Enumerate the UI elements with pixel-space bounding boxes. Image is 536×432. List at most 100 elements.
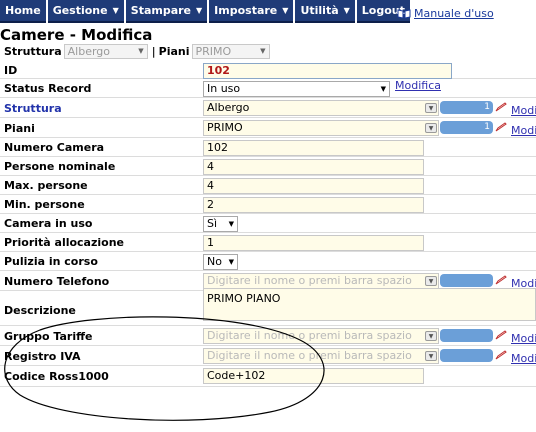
gruppo-tariffe-badge: [440, 329, 493, 342]
chevron-down-icon: ▼: [282, 6, 289, 15]
nav-gestione[interactable]: Gestione ▼: [47, 0, 124, 23]
nav-impostare-label: Impostare: [214, 4, 278, 17]
chevron-down-icon: ▼: [228, 220, 234, 228]
filter-piani-select[interactable]: PRIMO ▼: [191, 43, 270, 59]
descrizione-textarea[interactable]: PRIMO PIANO: [203, 288, 536, 321]
pencil-icon[interactable]: [495, 275, 507, 285]
manual-link[interactable]: Manuale d'uso: [397, 7, 494, 20]
row-max-persone: Max. persone 4: [0, 177, 536, 195]
priorita-allocazione-field[interactable]: 1: [203, 235, 424, 251]
row-persone-nominale: Persone nominale 4: [0, 158, 536, 176]
pencil-icon[interactable]: [495, 102, 507, 112]
row-struttura: Struttura Albergo ▼ 1 Modi: [0, 99, 536, 118]
chevron-down-icon: ▼: [343, 6, 350, 15]
persone-nominale-label: Persone nominale: [4, 160, 116, 173]
pencil-icon[interactable]: [495, 330, 507, 340]
pulizia-in-corso-label: Pulizia in corso: [4, 255, 98, 268]
nav-gestione-label: Gestione: [52, 4, 108, 17]
filter-struttura-value: Albergo: [67, 44, 111, 58]
nav-impostare[interactable]: Impostare ▼: [209, 0, 294, 23]
top-nav: Home Gestione ▼ Stampare ▼ Impostare ▼ Util…: [0, 0, 412, 25]
struttura-count-badge: 1: [440, 101, 493, 114]
row-id: ID 102: [0, 62, 536, 79]
chevron-down-icon: ▼: [380, 85, 386, 93]
id-field[interactable]: 102: [203, 63, 452, 79]
chevron-down-icon: ▼: [138, 47, 144, 55]
row-pulizia-in-corso: Pulizia in corso No ▼: [0, 253, 536, 271]
status-record-select[interactable]: In uso ▼: [203, 81, 390, 97]
filter-piani-label: Piani: [158, 44, 190, 58]
manual-link-label: Manuale d'uso: [414, 7, 494, 20]
chevron-down-icon: ▼: [196, 6, 203, 15]
min-persone-label: Min. persone: [4, 198, 85, 211]
book-icon: [397, 8, 411, 19]
row-registro-iva: Registro IVA Digitare il nome o premi ba…: [0, 347, 536, 366]
numero-camera-field[interactable]: 102: [203, 140, 424, 156]
nav-utilita[interactable]: Utilità ▼: [295, 0, 355, 23]
nav-home-label: Home: [5, 4, 41, 17]
gruppo-tariffe-modify-link[interactable]: Modi: [511, 332, 536, 345]
codice-ross1000-field[interactable]: Code+102: [203, 368, 424, 384]
camera-in-uso-label: Camera in uso: [4, 217, 93, 230]
dropdown-toggle-icon[interactable]: ▼: [425, 276, 437, 286]
pulizia-in-corso-value: No: [207, 255, 222, 268]
row-min-persone: Min. persone 2: [0, 196, 536, 214]
piani-modify-link[interactable]: Modi: [511, 124, 536, 137]
descrizione-label: Descrizione: [4, 304, 76, 317]
chevron-down-icon: ▼: [228, 258, 234, 266]
registro-iva-label: Registro IVA: [4, 350, 81, 363]
filter-struttura-label: Struttura: [4, 44, 62, 58]
numero-telefono-label: Numero Telefono: [4, 275, 110, 288]
row-numero-camera: Numero Camera 102: [0, 139, 536, 157]
piani-count-badge: 1: [440, 121, 493, 134]
codice-ross1000-label: Codice Ross1000: [4, 370, 109, 383]
registro-iva-modify-link[interactable]: Modi: [511, 352, 536, 365]
numero-telefono-badge: [440, 274, 493, 287]
row-piani: Piani PRIMO ▼ 1 Modi: [0, 119, 536, 138]
min-persone-field[interactable]: 2: [203, 197, 424, 213]
nav-utilita-label: Utilità: [300, 4, 339, 17]
dropdown-toggle-icon[interactable]: ▼: [425, 103, 437, 113]
gruppo-tariffe-field[interactable]: Digitare il nome o premi barra spazio: [203, 328, 439, 344]
pencil-icon[interactable]: [495, 122, 507, 132]
dropdown-toggle-icon[interactable]: ▼: [425, 123, 437, 133]
priorita-allocazione-label: Priorità allocazione: [4, 236, 125, 249]
camera-in-uso-value: Sì: [207, 217, 218, 230]
status-record-label: Status Record: [4, 82, 92, 95]
row-priorita-allocazione: Priorità allocazione 1: [0, 234, 536, 252]
persone-nominale-field[interactable]: 4: [203, 159, 424, 175]
registro-iva-field[interactable]: Digitare il nome o premi barra spazio: [203, 348, 439, 364]
row-gruppo-tariffe: Gruppo Tariffe Digitare il nome o premi …: [0, 327, 536, 346]
filter-piani-value: PRIMO: [195, 44, 232, 58]
struttura-modify-link[interactable]: Modi: [511, 104, 536, 117]
gruppo-tariffe-label: Gruppo Tariffe: [4, 330, 93, 343]
piani-field[interactable]: PRIMO: [203, 120, 439, 136]
nav-home[interactable]: Home: [0, 0, 46, 23]
registro-iva-badge: [440, 349, 493, 362]
piani-label: Piani: [4, 122, 35, 135]
chevron-down-icon: ▼: [260, 47, 266, 55]
camera-in-uso-select[interactable]: Sì ▼: [203, 216, 238, 232]
struttura-field[interactable]: Albergo: [203, 100, 439, 116]
max-persone-field[interactable]: 4: [203, 178, 424, 194]
nav-stampare[interactable]: Stampare ▼: [125, 0, 208, 23]
numero-camera-label: Numero Camera: [4, 141, 105, 154]
dropdown-toggle-icon[interactable]: ▼: [425, 351, 437, 361]
row-camera-in-uso: Camera in uso Sì ▼: [0, 215, 536, 233]
status-record-modify-link[interactable]: Modifica: [395, 79, 441, 92]
dropdown-toggle-icon[interactable]: ▼: [425, 331, 437, 341]
nav-stampare-label: Stampare: [130, 4, 192, 17]
row-status-record: Status Record In uso ▼ Modifica: [0, 79, 536, 98]
pencil-icon[interactable]: [495, 350, 507, 360]
chevron-down-icon: ▼: [112, 6, 119, 15]
row-codice-ross1000: Codice Ross1000 Code+102: [0, 367, 536, 387]
filter-bar: Struttura Albergo ▼ | Piani PRIMO ▼: [0, 42, 270, 60]
id-label: ID: [4, 64, 18, 77]
pulizia-in-corso-select[interactable]: No ▼: [203, 254, 238, 270]
numero-telefono-field[interactable]: Digitare il nome o premi barra spazio: [203, 273, 439, 289]
filter-struttura-select[interactable]: Albergo ▼: [63, 43, 148, 59]
status-record-value: In uso: [207, 82, 241, 95]
max-persone-label: Max. persone: [4, 179, 88, 192]
struttura-label: Struttura: [4, 102, 62, 115]
row-descrizione: Descrizione PRIMO PIANO: [0, 288, 536, 326]
